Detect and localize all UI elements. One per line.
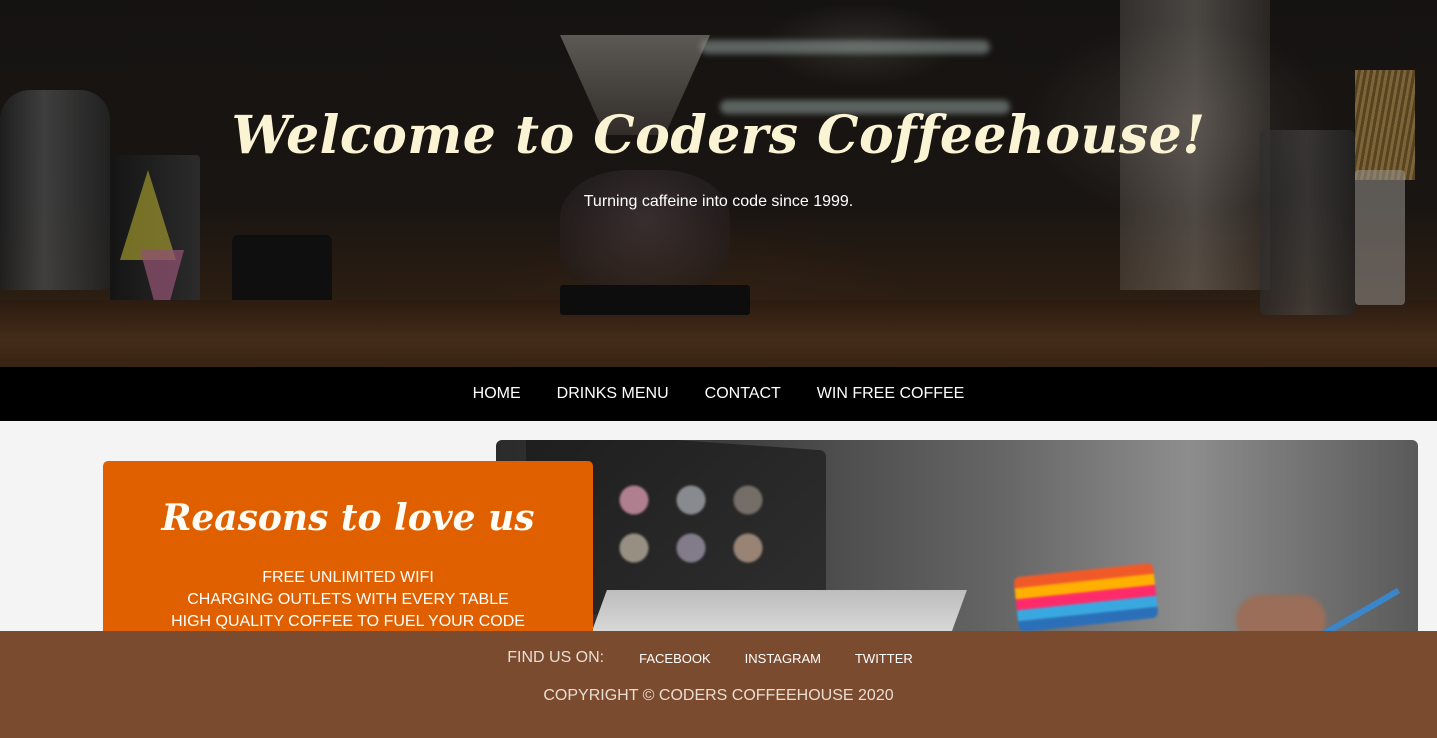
reason-item: HIGH QUALITY COFFEE TO FUEL YOUR CODE: [171, 613, 525, 630]
hero-banner: Welcome to Coders Coffeehouse! Turning c…: [0, 0, 1437, 367]
hero-overlay: [0, 0, 1437, 367]
footer: FIND US ON: FACEBOOK INSTAGRAM TWITTER C…: [0, 631, 1437, 738]
nav-drinks-menu-link[interactable]: DRINKS MENU: [557, 385, 669, 403]
laptop-photo: [496, 440, 1418, 640]
reasons-card: Reasons to love us FREE UNLIMITED WIFI C…: [103, 461, 593, 651]
find-us-label: FIND US ON:: [507, 649, 605, 666]
instagram-link[interactable]: INSTAGRAM: [745, 651, 821, 666]
twitter-link[interactable]: TWITTER: [855, 651, 913, 666]
nav-home-link[interactable]: HOME: [473, 385, 521, 403]
nav-contact-link[interactable]: CONTACT: [705, 385, 781, 403]
facebook-link[interactable]: FACEBOOK: [639, 651, 711, 666]
hero-subtitle: Turning caffeine into code since 1999.: [583, 193, 854, 210]
reasons-heading: Reasons to love us: [161, 497, 535, 539]
highlighter-markers: [1013, 562, 1159, 633]
nav-win-free-coffee-link[interactable]: WIN FREE COFFEE: [817, 385, 965, 403]
hero-title: Welcome to Coders Coffeehouse!: [231, 105, 1206, 166]
copyright-text: COPYRIGHT © CODERS COFFEEHOUSE 2020: [543, 687, 894, 704]
main-nav: HOME DRINKS MENU CONTACT WIN FREE COFFEE: [0, 367, 1437, 421]
social-links: FIND US ON: FACEBOOK INSTAGRAM TWITTER: [0, 649, 1437, 667]
reasons-list: FREE UNLIMITED WIFI CHARGING OUTLETS WIT…: [103, 567, 593, 633]
reason-item: FREE UNLIMITED WIFI: [262, 569, 434, 586]
screen-thumbnails: [596, 470, 786, 590]
reason-item: CHARGING OUTLETS WITH EVERY TABLE: [187, 591, 509, 608]
